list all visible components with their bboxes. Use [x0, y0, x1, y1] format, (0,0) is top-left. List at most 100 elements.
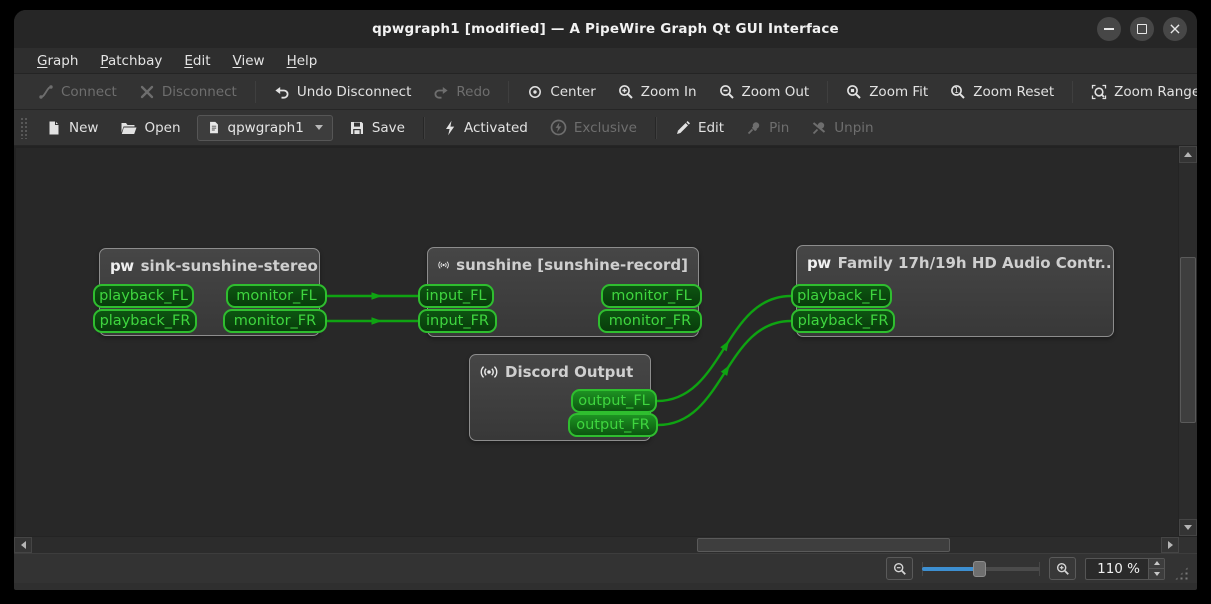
toolbar-separator [422, 116, 425, 139]
svg-text:1: 1 [954, 86, 959, 95]
arrow-right-icon [1167, 541, 1173, 549]
port-sunshine-input_FR[interactable]: input_FR [418, 309, 497, 333]
zoom-out-button[interactable]: Zoom Out [709, 79, 820, 105]
vertical-scroll-track[interactable] [1179, 163, 1197, 519]
menu-edit[interactable]: Edit [175, 51, 219, 71]
minimize-icon [1104, 28, 1114, 30]
port-sink-sunshine-stereo-monitor_FL[interactable]: monitor_FL [226, 284, 327, 308]
new-button[interactable]: New [36, 115, 108, 141]
statusbar-zoom-in-button[interactable] [1049, 557, 1076, 580]
app-window: qpwgraph1 [modified] — A PipeWire Graph … [14, 10, 1197, 590]
save-button[interactable]: Save [339, 115, 415, 141]
port-sunshine-monitor_FR[interactable]: monitor_FR [598, 309, 702, 333]
port-sunshine-monitor_FL[interactable]: monitor_FL [601, 284, 702, 308]
port-family-hd-audio-playback_FR[interactable]: playback_FR [791, 309, 895, 333]
redo-icon [434, 86, 448, 99]
lightning-icon [445, 120, 455, 135]
maximize-button[interactable] [1130, 17, 1154, 41]
horizontal-scroll-handle[interactable] [697, 538, 950, 552]
undo-button[interactable]: Undo Disconnect [264, 79, 422, 105]
center-button[interactable]: Center [517, 79, 605, 105]
spin-up-button[interactable] [1149, 558, 1164, 569]
exclusive-button[interactable]: Exclusive [540, 114, 647, 141]
maximize-icon [1137, 24, 1147, 34]
toolbar-separator [654, 116, 657, 139]
new-file-icon [49, 121, 59, 134]
zoom-reset-button[interactable]: 1 Zoom Reset [940, 79, 1064, 105]
connect-button[interactable]: Connect [28, 79, 127, 105]
zoom-fit-icon [847, 84, 861, 99]
unpin-button[interactable]: Unpin [801, 115, 883, 141]
port-family-hd-audio-playback_FL[interactable]: playback_FL [791, 284, 892, 308]
horizontal-scroll-track[interactable] [32, 537, 1161, 553]
minimize-button[interactable] [1097, 17, 1121, 41]
zoom-spinbox[interactable]: 110 % [1085, 557, 1165, 580]
toolbar-main: Connect Disconnect Undo Disconnect Redo … [14, 74, 1197, 110]
zoom-range-button[interactable]: Zoom Range [1081, 79, 1197, 105]
pin-button[interactable]: Pin [736, 115, 799, 141]
zoom-value[interactable]: 110 % [1085, 557, 1148, 580]
close-button[interactable]: × [1163, 17, 1187, 41]
zoom-in-button[interactable]: Zoom In [608, 79, 707, 105]
toolbar-separator [254, 80, 256, 103]
scroll-up-button[interactable] [1179, 146, 1197, 163]
graph-canvas[interactable]: pw sink-sunshine-stereo sunshine [sunshine… [14, 146, 1178, 536]
redo-button[interactable]: Redo [423, 79, 500, 105]
toolbar-separator [827, 80, 829, 103]
zoom-in-icon [1056, 562, 1069, 575]
spin-down-button[interactable] [1149, 569, 1164, 579]
connect-icon [39, 84, 53, 99]
titlebar[interactable]: qpwgraph1 [modified] — A PipeWire Graph … [14, 10, 1197, 48]
open-button[interactable]: Open [110, 115, 190, 141]
menu-patchbay[interactable]: Patchbay [91, 51, 171, 71]
statusbar: 110 % [14, 553, 1197, 583]
zoom-slider[interactable] [922, 559, 1040, 579]
window-title: qpwgraph1 [modified] — A PipeWire Graph … [372, 21, 839, 37]
menu-help[interactable]: Help [278, 51, 327, 71]
pin-icon [747, 121, 760, 134]
menu-view[interactable]: View [224, 51, 274, 71]
zoom-slider-fill [922, 566, 978, 571]
canvas-row: pw sink-sunshine-stereo sunshine [sunshine… [14, 146, 1197, 536]
toolbar-separator [1072, 80, 1074, 103]
activated-button[interactable]: Activated [433, 115, 538, 141]
edit-button[interactable]: Edit [665, 115, 734, 141]
arrow-left-icon [20, 541, 26, 549]
unpin-icon [813, 121, 826, 134]
scroll-left-button[interactable] [14, 537, 32, 553]
port-sunshine-input_FL[interactable]: input_FL [418, 284, 494, 308]
zoom-slider-handle[interactable] [973, 560, 986, 577]
port-discord-output-output_FR[interactable]: output_FR [568, 413, 658, 437]
port-sink-sunshine-stereo-monitor_FR[interactable]: monitor_FR [223, 309, 327, 333]
arrow-up-icon [1153, 561, 1160, 566]
patchbay-selector[interactable]: qpwgraph1 [196, 114, 333, 141]
port-sink-sunshine-stereo-playback_FL[interactable]: playback_FL [93, 284, 194, 308]
center-icon [529, 85, 542, 98]
menu-graph[interactable]: Graph [28, 51, 87, 71]
vertical-scroll-handle[interactable] [1180, 257, 1196, 423]
resize-grip-icon[interactable] [1174, 566, 1189, 581]
zoom-fit-button[interactable]: Zoom Fit [836, 79, 938, 105]
scrollbar-corner [1179, 537, 1197, 553]
port-sink-sunshine-stereo-playback_FR[interactable]: playback_FR [93, 309, 197, 333]
zoom-in-icon [618, 84, 633, 99]
disconnect-button[interactable]: Disconnect [129, 79, 247, 105]
wire-arrow-icon [371, 292, 382, 300]
zoom-range-icon [1092, 84, 1107, 99]
menubar: Graph Patchbay Edit View Help [14, 48, 1197, 74]
disconnect-icon [140, 85, 153, 98]
toolbar-drag-handle[interactable] [20, 116, 28, 139]
statusbar-zoom-out-button[interactable] [886, 557, 913, 580]
vertical-scrollbar[interactable] [1178, 146, 1197, 536]
spin-buttons [1148, 557, 1165, 580]
pencil-icon [676, 120, 690, 134]
scroll-right-button[interactable] [1161, 537, 1179, 553]
chevron-down-icon [314, 125, 323, 130]
toolbar-separator [508, 80, 510, 103]
undo-icon [275, 86, 289, 99]
port-discord-output-output_FL[interactable]: output_FL [571, 389, 657, 413]
patchbay-file-icon [209, 121, 218, 134]
horizontal-scrollbar[interactable] [14, 536, 1197, 553]
zoom-out-icon [719, 84, 734, 99]
scroll-down-button[interactable] [1179, 519, 1197, 536]
